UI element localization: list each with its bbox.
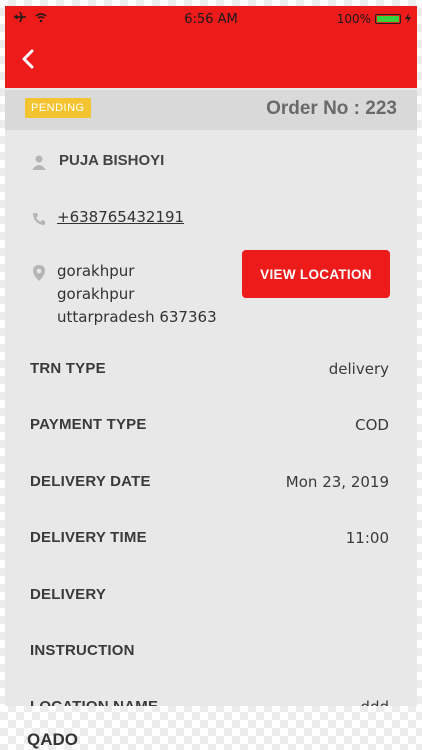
app-bar <box>5 32 417 88</box>
detail-value: ddd <box>360 698 389 706</box>
battery-icon <box>375 14 401 24</box>
detail-row-payment-type: PAYMENT TYPE COD <box>5 416 417 440</box>
customer-address: gorakhpur gorakhpur uttarpradesh 637363 <box>57 260 217 329</box>
battery-percent: 100% <box>336 12 371 26</box>
detail-row-delivery-time: DELIVERY TIME 11:00 <box>5 529 417 553</box>
address-line: gorakhpur <box>57 285 135 303</box>
address-line: uttarpradesh 637363 <box>57 308 217 326</box>
address-line: gorakhpur <box>57 262 135 280</box>
battery-fill <box>377 16 399 22</box>
detail-value: Mon 23, 2019 <box>285 473 389 491</box>
status-right: 100% <box>337 12 411 26</box>
phone-screen: 6:56 AM 100% PENDING Order No : 223 PUJA… <box>5 6 417 706</box>
back-button[interactable] <box>13 44 43 74</box>
phone-icon <box>31 211 47 227</box>
detail-label: INSTRUCTION <box>30 642 135 659</box>
status-badge: PENDING <box>25 98 91 118</box>
charging-icon <box>405 12 411 26</box>
person-icon <box>31 154 47 170</box>
location-pin-icon <box>31 264 47 281</box>
detail-value: COD <box>355 416 389 434</box>
detail-label: DELIVERY DATE <box>30 473 151 490</box>
status-bar: 6:56 AM 100% <box>5 6 417 32</box>
detail-label: TRN TYPE <box>30 360 106 377</box>
detail-value: delivery <box>328 360 389 378</box>
detail-row-location-name: LOCATION NAME ddd <box>5 698 417 706</box>
detail-label: DELIVERY <box>30 586 107 603</box>
detail-row-instruction: INSTRUCTION <box>5 642 417 666</box>
detail-row-delivery-date: DELIVERY DATE Mon 23, 2019 <box>5 473 417 497</box>
detail-label: DELIVERY TIME <box>30 529 147 546</box>
cutoff-text: QADO <box>27 730 78 749</box>
order-header: PENDING Order No : 223 <box>5 90 417 130</box>
order-number: Order No : 223 <box>266 98 397 119</box>
chevron-left-icon <box>22 49 34 69</box>
customer-name: PUJA BISHOYI <box>59 152 165 169</box>
detail-label: LOCATION NAME <box>30 698 158 706</box>
detail-label: PAYMENT TYPE <box>30 416 147 433</box>
customer-phone-link[interactable]: +638765432191 <box>57 208 184 226</box>
detail-row-delivery: DELIVERY <box>5 586 417 610</box>
view-location-button[interactable]: VIEW LOCATION <box>242 250 390 298</box>
detail-value: 11:00 <box>345 529 389 547</box>
detail-row-trn-type: TRN TYPE delivery <box>5 360 417 384</box>
